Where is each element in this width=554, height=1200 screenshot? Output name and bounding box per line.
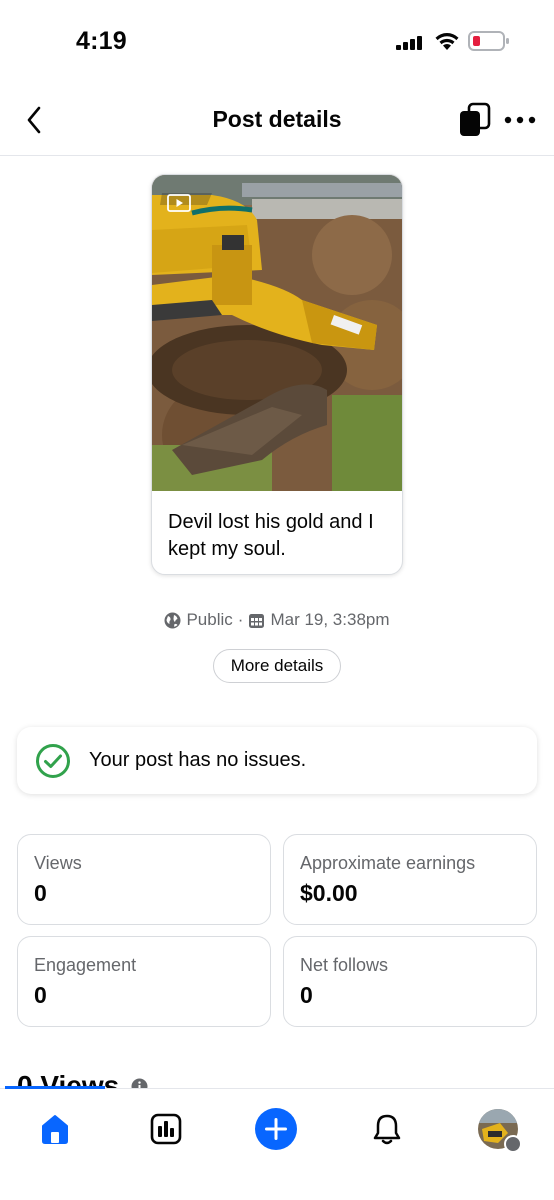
nav-create[interactable]: [254, 1107, 298, 1151]
nav-home[interactable]: [33, 1107, 77, 1151]
insights-icon: [150, 1113, 182, 1145]
post-date: Mar 19, 3:38pm: [270, 610, 390, 629]
post-caption: Devil lost his gold and I kept my soul.: [168, 511, 374, 560]
more-details-button[interactable]: More details: [213, 649, 341, 683]
bottom-navigation: [0, 1086, 554, 1200]
post-status-panel[interactable]: Your post has no issues.: [17, 727, 537, 794]
post-meta: Public · Mar 19, 3:38pm: [0, 610, 554, 630]
stat-card-earnings[interactable]: Approximate earnings $0.00: [283, 834, 537, 925]
post-video-thumbnail[interactable]: [152, 175, 402, 491]
active-tab-indicator: [5, 1086, 105, 1089]
calendar-icon: [249, 613, 265, 628]
post-status-text: Your post has no issues.: [89, 749, 307, 771]
bell-icon: [373, 1114, 401, 1145]
stat-value: $0.00: [300, 880, 358, 906]
stat-value: 0: [34, 880, 47, 906]
nav-insights[interactable]: [144, 1107, 188, 1151]
more-options-button[interactable]: [502, 102, 538, 138]
chevron-left-icon: [27, 106, 41, 134]
copy-button[interactable]: [456, 102, 494, 138]
battery-low-icon: [468, 31, 509, 51]
cellular-signal-icon: [396, 36, 422, 50]
status-bar: 4:19: [0, 0, 554, 84]
post-preview-card[interactable]: Devil lost his gold and I kept my soul.: [151, 174, 403, 575]
header: Post details: [0, 84, 554, 156]
stat-value: 0: [300, 982, 313, 1008]
stat-label: Views: [34, 853, 82, 873]
nav-notifications[interactable]: [365, 1107, 409, 1151]
stat-card-net-follows[interactable]: Net follows 0: [283, 936, 537, 1027]
stat-card-views[interactable]: Views 0: [17, 834, 271, 925]
avatar-menu-badge: [504, 1135, 522, 1153]
status-time: 4:19: [76, 27, 127, 55]
stat-value: 0: [34, 982, 47, 1008]
wifi-icon: [435, 33, 459, 50]
stump-grinder-photo: [152, 175, 402, 491]
video-icon: [167, 194, 191, 212]
more-horizontal-icon: [504, 116, 536, 124]
copy-icon: [460, 102, 491, 136]
stat-label: Net follows: [300, 955, 389, 975]
check-circle-icon: [36, 743, 70, 778]
create-plus-icon: [255, 1108, 297, 1150]
stat-card-engagement[interactable]: Engagement 0: [17, 936, 271, 1027]
home-icon: [42, 1115, 68, 1144]
meta-separator: ·: [237, 610, 244, 629]
stat-label: Engagement: [34, 955, 137, 975]
stat-label: Approximate earnings: [300, 853, 476, 873]
nav-profile[interactable]: [476, 1107, 522, 1153]
privacy-label: Public: [186, 610, 233, 629]
globe-icon: [164, 612, 181, 628]
back-button[interactable]: [18, 102, 50, 138]
